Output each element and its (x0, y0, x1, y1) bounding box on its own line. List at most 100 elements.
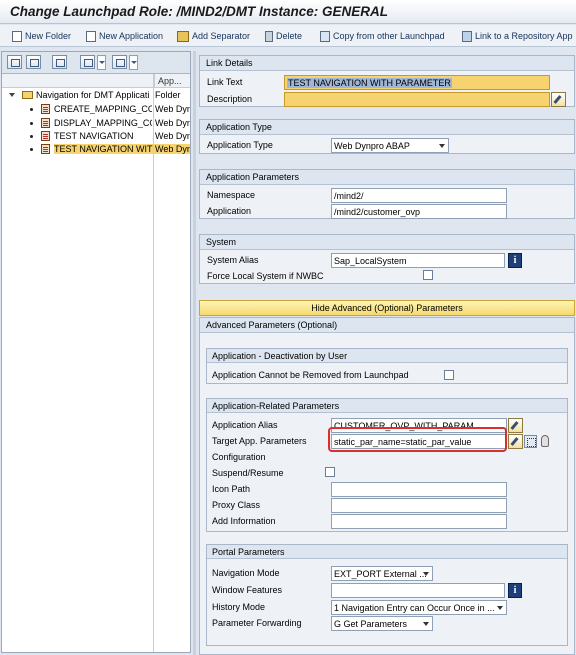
icon-path-field[interactable] (331, 482, 507, 497)
new-application-button[interactable]: New Application (86, 29, 163, 43)
application-related-header: Application-Related Parameters (207, 399, 567, 413)
pane-splitter[interactable] (193, 51, 196, 655)
link-icon (462, 30, 472, 42)
delete-label: Delete (276, 31, 303, 41)
collapse-all-icon[interactable] (26, 55, 41, 69)
link-repository-button[interactable]: Link to a Repository App (462, 29, 573, 43)
parameter-grid-icon[interactable] (524, 435, 537, 448)
bullet-icon (30, 148, 33, 151)
add-information-field[interactable] (331, 514, 507, 529)
lock-icon[interactable] (541, 435, 549, 447)
delete-button[interactable]: Delete (265, 29, 302, 43)
configuration-label: Configuration (212, 452, 266, 462)
copy-other-launchpad-button[interactable]: Copy from other Launchpad (320, 29, 445, 43)
deactivation-header: Application - Deactivation by User (207, 349, 567, 363)
tree-item[interactable]: CREATE_MAPPING_CON Web Dyn (2, 103, 190, 116)
icon-path-label: Icon Path (212, 484, 251, 494)
system-header: System (200, 235, 574, 250)
tree-root-type: Folder (155, 90, 181, 100)
tree-item-type: Web Dyn (154, 144, 190, 154)
navigation-tree-pane: App... Navigation for DMT Applicati Fold… (1, 51, 191, 653)
application-alias-label: Application Alias (212, 420, 278, 430)
application-type-label: Application Type (207, 140, 273, 150)
namespace-label: Namespace (207, 190, 256, 200)
bullet-icon (30, 122, 33, 125)
tree-item-label: CREATE_MAPPING_CON (54, 104, 152, 114)
tree-item-type: Web Dyn (155, 104, 190, 114)
application-parameters-group: Application Parameters Namespace /mind2/… (199, 169, 575, 219)
window-features-field[interactable] (331, 583, 505, 598)
tree-item-type: Web Dyn (155, 131, 190, 141)
info-icon[interactable]: i (508, 253, 522, 268)
history-mode-dropdown[interactable]: 1 Navigation Entry can Occur Once in ... (331, 600, 507, 615)
add-separator-label: Add Separator (192, 31, 251, 41)
history-mode-label: History Mode (212, 602, 266, 612)
application-field[interactable]: /mind2/customer_ovp (331, 204, 507, 219)
tree-item[interactable]: TEST NAVIGATION Web Dyn (2, 130, 190, 143)
target-params-label: Target App. Parameters (212, 436, 307, 446)
parameter-forwarding-dropdown[interactable]: G Get Parameters (331, 616, 433, 631)
copy-icon (320, 30, 330, 42)
tree-root-node[interactable]: Navigation for DMT Applicati Folder (2, 89, 190, 102)
bullet-icon (30, 108, 33, 111)
namespace-field[interactable]: /mind2/ (331, 188, 507, 203)
application-parameters-header: Application Parameters (200, 170, 574, 185)
find-icon[interactable] (52, 55, 67, 69)
edit-target-params-icon[interactable] (508, 434, 523, 449)
app-toolbar: New Folder New Application Add Separator… (0, 25, 576, 47)
print-icon[interactable] (80, 55, 95, 69)
add-separator-button[interactable]: Add Separator (177, 29, 250, 43)
system-alias-field[interactable]: Sap_LocalSystem (331, 253, 505, 268)
new-application-label: New Application (99, 31, 164, 41)
column-divider (153, 74, 154, 652)
column-type-header[interactable]: App... (154, 74, 190, 88)
window-features-label: Window Features (212, 585, 283, 595)
link-text-field[interactable]: TEST NAVIGATION WITH PARAMETER (284, 75, 550, 90)
force-local-checkbox[interactable] (423, 270, 433, 280)
navigation-mode-dropdown[interactable]: EXT_PORT External ... (331, 566, 433, 581)
proxy-class-field[interactable] (331, 498, 507, 513)
application-type-header: Application Type (200, 120, 574, 135)
layout-icon[interactable] (112, 55, 127, 69)
application-related-group: Application-Related Parameters Applicati… (206, 398, 568, 532)
window-info-icon[interactable]: i (508, 583, 522, 598)
tree-item-selected[interactable]: TEST NAVIGATION WIT Web Dyn (2, 143, 190, 156)
new-application-icon (86, 30, 96, 42)
trash-icon (265, 30, 273, 42)
application-icon (41, 144, 50, 154)
tree-toolbar (2, 52, 190, 74)
add-separator-icon (177, 30, 189, 42)
annotation-highlight (328, 427, 507, 452)
application-type-group: Application Type Application Type Web Dy… (199, 119, 575, 154)
cannot-remove-label: Application Cannot be Removed from Launc… (212, 370, 409, 380)
tree-item-label: TEST NAVIGATION (54, 131, 134, 141)
tree-item-label: DISPLAY_MAPPING_CON (54, 118, 152, 128)
title-bar: Change Launchpad Role: /MIND2/DMT Instan… (0, 0, 576, 24)
application-type-dropdown[interactable]: Web Dynpro ABAP (331, 138, 449, 153)
edit-alias-icon[interactable] (508, 418, 523, 433)
expand-all-icon[interactable] (7, 55, 22, 69)
application-label: Application (207, 206, 252, 216)
link-details-header: Link Details (200, 56, 574, 71)
cannot-remove-checkbox[interactable] (444, 370, 454, 380)
suspend-resume-checkbox[interactable] (325, 467, 335, 477)
new-folder-icon (12, 30, 22, 42)
description-field[interactable] (284, 92, 550, 107)
bullet-icon (30, 135, 33, 138)
link-details-group: Link Details Link Text TEST NAVIGATION W… (199, 55, 575, 107)
print-dropdown-icon[interactable] (97, 55, 106, 70)
force-local-label: Force Local System if NWBC (207, 271, 324, 281)
link-text-value: TEST NAVIGATION WITH PARAMETER (287, 78, 452, 88)
application-icon (41, 131, 50, 141)
layout-dropdown-icon[interactable] (129, 55, 138, 70)
advanced-parameters-group: Advanced Parameters (Optional) Applicati… (199, 317, 575, 655)
hide-advanced-button[interactable]: Hide Advanced (Optional) Parameters (199, 300, 575, 316)
expand-triangle-icon[interactable] (9, 93, 15, 100)
window-title: Change Launchpad Role: /MIND2/DMT Instan… (10, 4, 389, 19)
application-icon (41, 104, 50, 114)
new-folder-button[interactable]: New Folder (12, 29, 71, 43)
tree-item-type: Web Dyn (155, 118, 190, 128)
advanced-parameters-header: Advanced Parameters (Optional) (200, 318, 574, 333)
tree-item[interactable]: DISPLAY_MAPPING_CON Web Dyn (2, 117, 190, 130)
edit-description-icon[interactable] (551, 92, 566, 107)
